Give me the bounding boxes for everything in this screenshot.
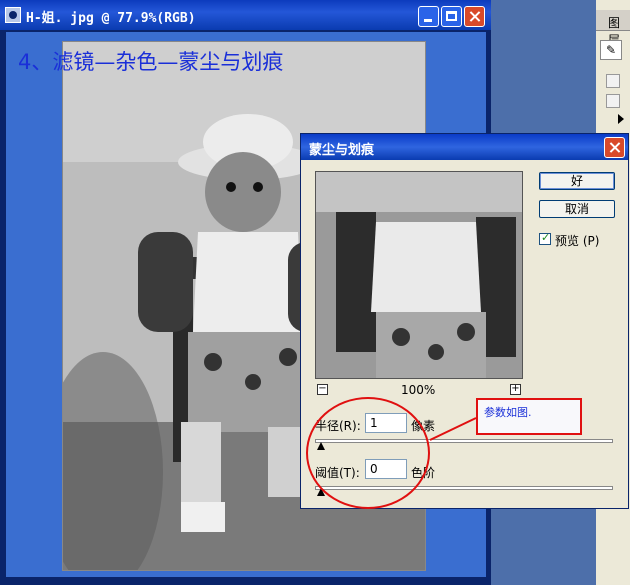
annotation-note-text: 参数如图. [484, 406, 532, 419]
annotation-ellipse [306, 397, 430, 509]
annotation-connector [429, 417, 477, 441]
annotation-note-box: 参数如图. [476, 398, 582, 435]
